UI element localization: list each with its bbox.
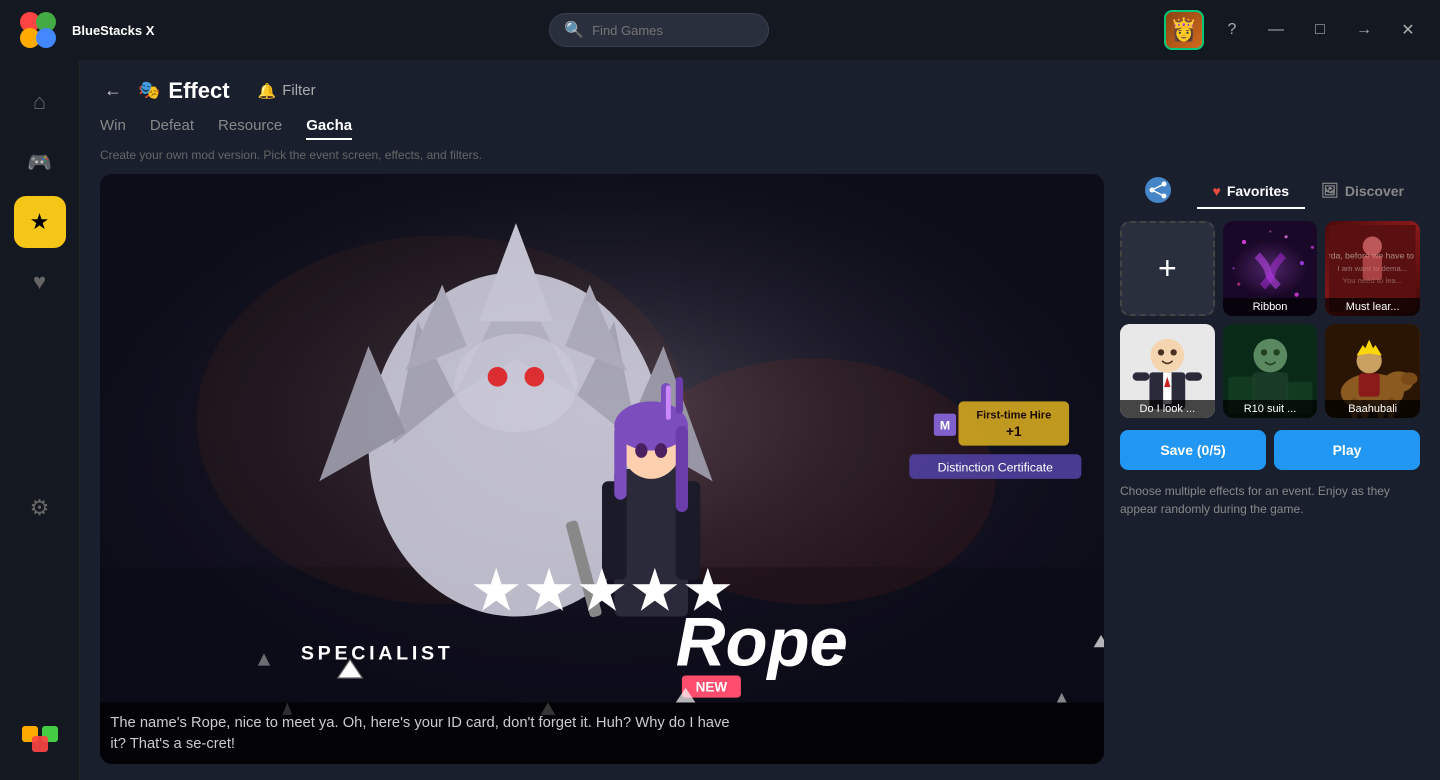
- svg-text:M: M: [940, 419, 950, 433]
- effect-card-baahubali[interactable]: Baahubali: [1325, 324, 1420, 419]
- share-icon: [1144, 176, 1172, 204]
- play-button[interactable]: Play: [1274, 430, 1420, 470]
- title-bar-left: BlueStacks X: [16, 8, 154, 52]
- minimize-button[interactable]: —: [1260, 14, 1292, 46]
- sidebar-item-home[interactable]: ⌂: [14, 76, 66, 128]
- title-bar-right: 👸 ? — □ → ✕: [1164, 10, 1424, 50]
- tab-description: Create your own mod version. Pick the ev…: [100, 148, 1420, 162]
- favorites-tab-label: Favorites: [1227, 183, 1289, 199]
- search-input[interactable]: [592, 23, 754, 38]
- content-header: ← 🎭 Effect 🔔 Filter: [100, 76, 1420, 105]
- brand-name: BlueStacks X: [72, 23, 154, 38]
- tab-gacha[interactable]: Gacha: [306, 117, 352, 140]
- effect-card-r10[interactable]: R10 suit ...: [1223, 324, 1318, 419]
- add-effect-card[interactable]: +: [1120, 221, 1215, 316]
- sidebar-item-favorites[interactable]: ♥: [14, 256, 66, 308]
- effects-icon: ★: [30, 209, 50, 235]
- ribbon-card-label: Ribbon: [1223, 298, 1318, 316]
- effect-card-dolook[interactable]: Do I look ...: [1120, 324, 1215, 419]
- svg-text:Rope: Rope: [676, 604, 848, 681]
- maximize-button[interactable]: □: [1304, 14, 1336, 46]
- svg-text:Distinction Certificate: Distinction Certificate: [938, 460, 1054, 474]
- tab-panel-discover[interactable]: 🖼 Discover: [1305, 174, 1420, 209]
- page-title-area: 🎭 Effect: [138, 78, 230, 104]
- sidebar-logo-bottom: [20, 708, 60, 764]
- sidebar-item-games[interactable]: 🎮: [14, 136, 66, 188]
- discover-tab-label: Discover: [1345, 183, 1404, 199]
- svg-text:The name's Rope, nice to meet: The name's Rope, nice to meet ya. Oh, he…: [110, 715, 729, 731]
- effect-card-ribbon[interactable]: Ribbon: [1223, 221, 1318, 316]
- bluestacks-logo: [16, 8, 60, 52]
- tab-resource[interactable]: Resource: [218, 117, 282, 140]
- save-button[interactable]: Save (0/5): [1120, 430, 1266, 470]
- filter-icon: 🔔: [258, 82, 277, 100]
- panel-tabs-row: ♥ Favorites 🖼 Discover: [1120, 174, 1420, 209]
- tab-bar: Win Defeat Resource Gacha: [100, 117, 1420, 140]
- svg-text:it? That's a se-cret!: it? That's a se-cret!: [110, 736, 235, 752]
- effect-card-mustlear[interactable]: Jarda, before we have to go I am want to…: [1325, 221, 1420, 316]
- game-scene: ★★★★★ SPECIALIST Rope NEW First-time Hir…: [100, 174, 1104, 764]
- filter-label: Filter: [282, 82, 315, 99]
- sidebar-item-effects[interactable]: ★: [14, 196, 66, 248]
- tab-win[interactable]: Win: [100, 117, 126, 140]
- close-button[interactable]: ✕: [1392, 14, 1424, 46]
- right-panel: ♥ Favorites 🖼 Discover +: [1120, 174, 1420, 764]
- page-title: Effect: [168, 78, 229, 104]
- r10-card-label: R10 suit ...: [1223, 400, 1318, 418]
- content-area: ← 🎭 Effect 🔔 Filter Win Defeat Resource …: [80, 60, 1440, 780]
- heart-icon-panel: ♥: [1213, 183, 1221, 199]
- home-icon: ⌂: [33, 89, 46, 115]
- main-layout: ⌂ 🎮 ★ ♥ ⚙ ← �: [0, 60, 1440, 780]
- svg-text:First-time Hire: First-time Hire: [976, 410, 1051, 422]
- help-button[interactable]: ?: [1216, 14, 1248, 46]
- discover-icon: 🖼: [1321, 182, 1339, 199]
- settings-icon: ⚙: [30, 495, 50, 521]
- sidebar-item-settings[interactable]: ⚙: [14, 482, 66, 534]
- title-bar: BlueStacks X 🔍 👸 ? — □ → ✕: [0, 0, 1440, 60]
- panel-tabs: ♥ Favorites 🖼 Discover: [1197, 174, 1421, 209]
- svg-text:SPECIALIST: SPECIALIST: [301, 643, 454, 665]
- search-icon: 🔍: [564, 20, 584, 40]
- forward-button[interactable]: →: [1348, 14, 1380, 46]
- preview-container: ★★★★★ SPECIALIST Rope NEW First-time Hir…: [100, 174, 1420, 764]
- game-avatar[interactable]: 👸: [1164, 10, 1204, 50]
- sidebar: ⌂ 🎮 ★ ♥ ⚙: [0, 60, 80, 780]
- heart-icon: ♥: [33, 269, 46, 295]
- game-preview: ★★★★★ SPECIALIST Rope NEW First-time Hir…: [100, 174, 1104, 764]
- action-buttons: Save (0/5) Play: [1120, 430, 1420, 470]
- games-icon: 🎮: [27, 150, 52, 175]
- baahubali-card-label: Baahubali: [1325, 400, 1420, 418]
- svg-text:+1: +1: [1006, 424, 1022, 439]
- dolook-card-label: Do I look ...: [1120, 400, 1215, 418]
- tab-panel-favorites[interactable]: ♥ Favorites: [1197, 174, 1306, 209]
- effects-grid: +: [1120, 221, 1420, 418]
- effect-icon: 🎭: [138, 80, 160, 101]
- tab-defeat[interactable]: Defeat: [150, 117, 194, 140]
- share-button[interactable]: [1144, 176, 1172, 207]
- svg-text:NEW: NEW: [696, 679, 728, 694]
- mustlear-card-label: Must lear...: [1325, 298, 1420, 316]
- panel-description: Choose multiple effects for an event. En…: [1120, 482, 1420, 518]
- back-button[interactable]: ←: [100, 76, 126, 105]
- plus-icon: +: [1158, 250, 1177, 287]
- filter-button[interactable]: 🔔 Filter: [258, 82, 316, 100]
- search-bar[interactable]: 🔍: [549, 13, 769, 47]
